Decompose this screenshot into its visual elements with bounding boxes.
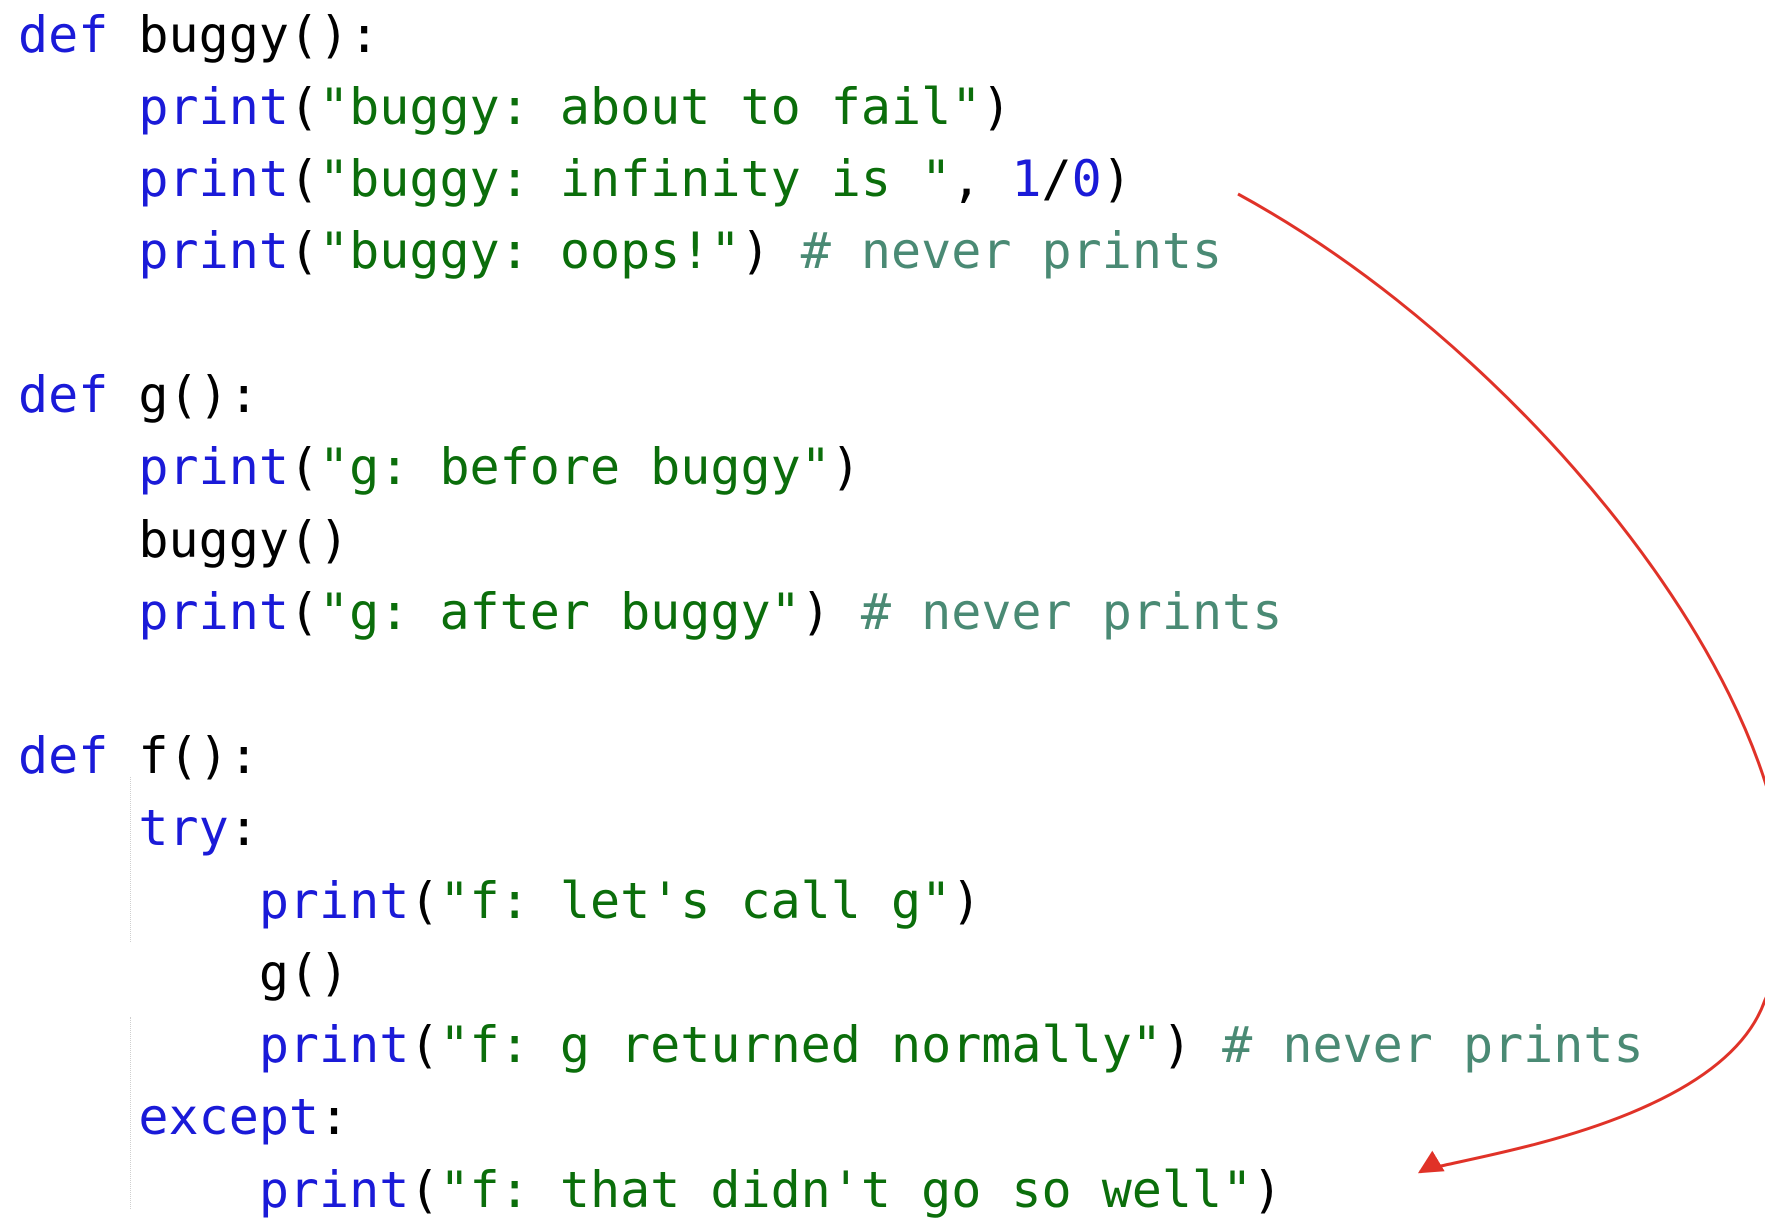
exception-flow-arrow: [1237, 192, 1765, 1174]
code-editor: def buggy(): print("buggy: about to fail…: [0, 0, 1765, 1219]
exception-arrow-path: [1237, 192, 1765, 1174]
